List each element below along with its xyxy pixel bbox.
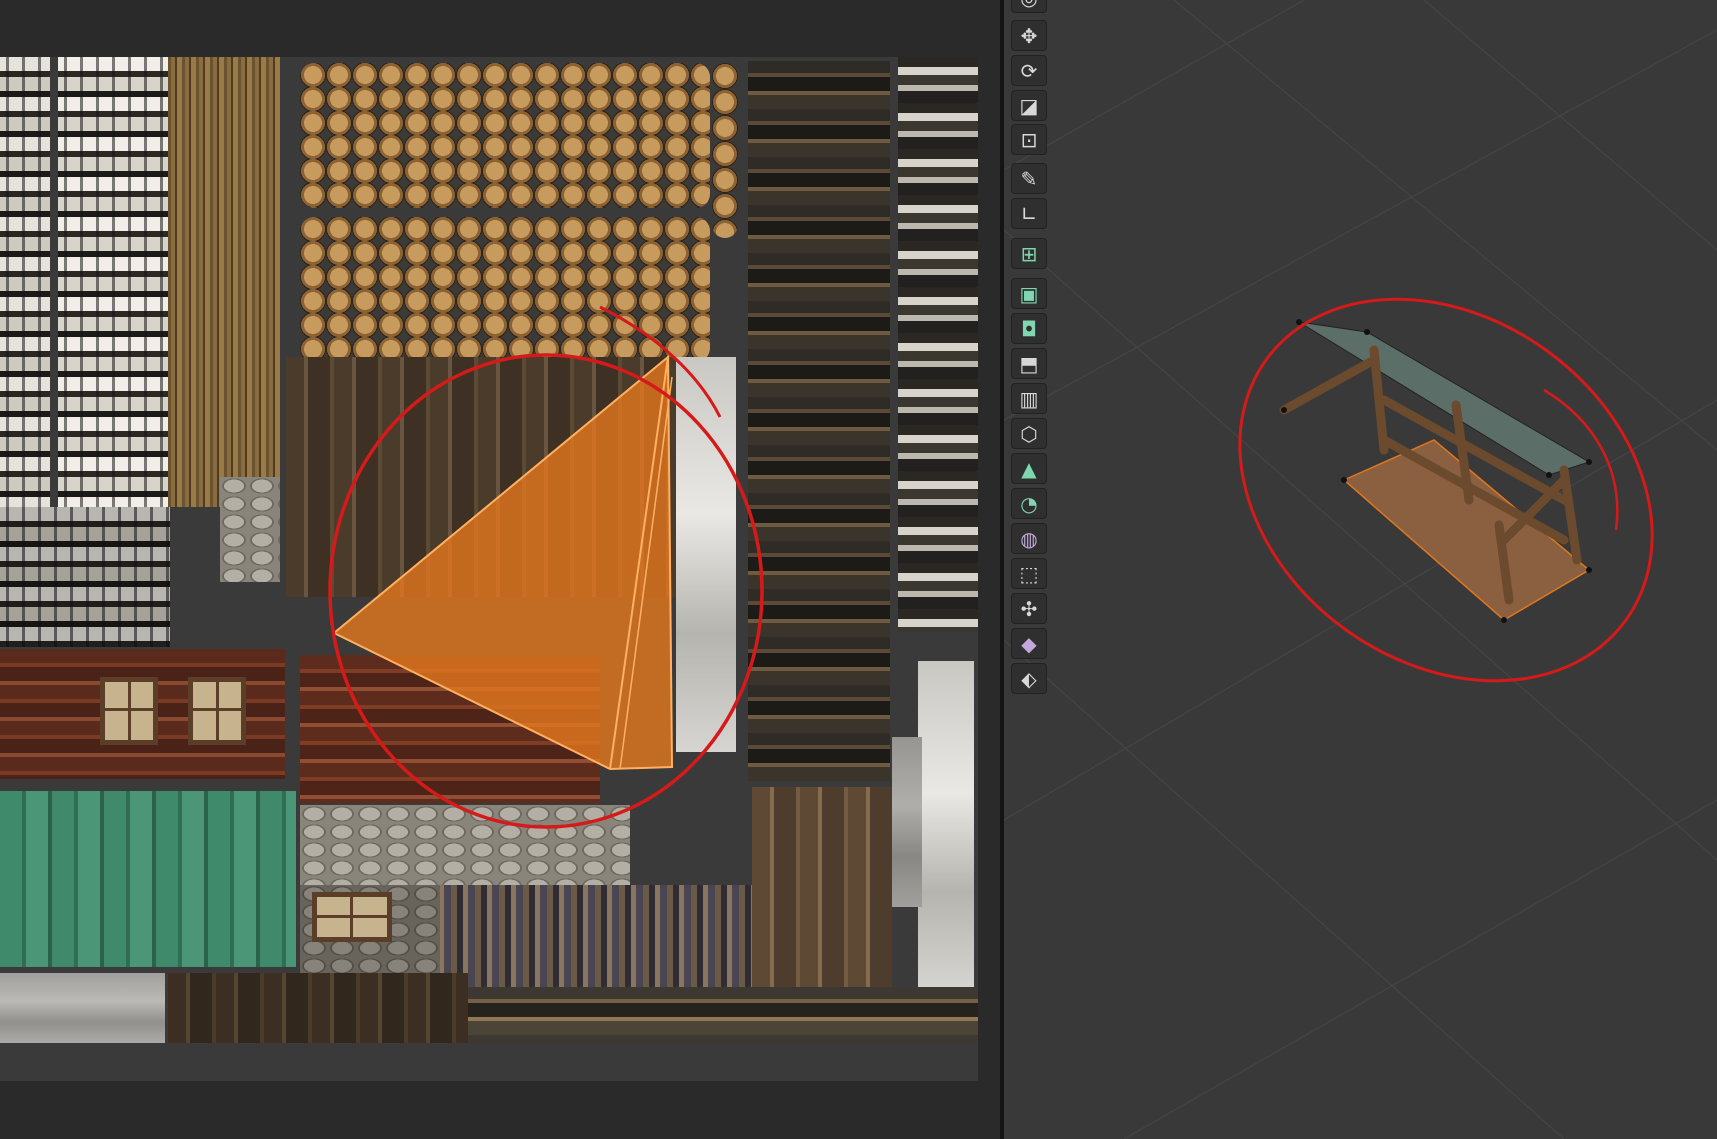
transform-icon[interactable]: ⊡ (1011, 124, 1047, 155)
uv-overlay (328, 305, 764, 829)
loop-cut-icon[interactable]: ▥ (1011, 383, 1047, 414)
scale-icon[interactable]: ◪ (1011, 90, 1047, 121)
annotate-icon[interactable]: ✎ (1011, 163, 1047, 194)
viewport-grid (1004, 0, 1717, 1139)
rotate-icon[interactable]: ⟳ (1011, 55, 1047, 86)
poly-build-icon[interactable]: ▲ (1011, 453, 1047, 484)
spin-icon[interactable]: ◔ (1011, 488, 1047, 519)
extrude-region-icon[interactable]: ▣ (1011, 278, 1047, 309)
shrink-fatten-icon[interactable]: ✣ (1011, 593, 1047, 624)
bevel-icon[interactable]: ⬒ (1011, 348, 1047, 379)
3d-viewport[interactable] (1004, 0, 1717, 1139)
edge-slide-icon[interactable]: ⬚ (1011, 558, 1047, 589)
knife-icon[interactable]: ⬡ (1011, 418, 1047, 449)
selected-uv-island[interactable] (332, 354, 674, 771)
shear-icon[interactable]: ◆ (1011, 628, 1047, 659)
move-icon[interactable]: ✥ (1011, 20, 1047, 51)
wooden-shelter-model[interactable] (1279, 319, 1592, 623)
smooth-icon[interactable]: ◍ (1011, 523, 1047, 554)
uv-texture-atlas[interactable] (0, 57, 978, 1081)
add-cube-icon[interactable]: ⊞ (1011, 238, 1047, 269)
cursor-icon[interactable]: ◎ (1011, 0, 1047, 13)
uv-editor-area[interactable] (0, 0, 1000, 1139)
tool-shelf: ◎ ✥ ⟳ ◪ ⊡ ✎ ∟ ⊞ ▣ ◘ ⬒ ▥ ⬡ ▲ ◔ ◍ ⬚ ✣ ◆ ⬖ (1011, 0, 1049, 700)
measure-icon[interactable]: ∟ (1011, 198, 1047, 229)
rip-region-icon[interactable]: ⬖ (1011, 663, 1047, 694)
inset-faces-icon[interactable]: ◘ (1011, 313, 1047, 344)
